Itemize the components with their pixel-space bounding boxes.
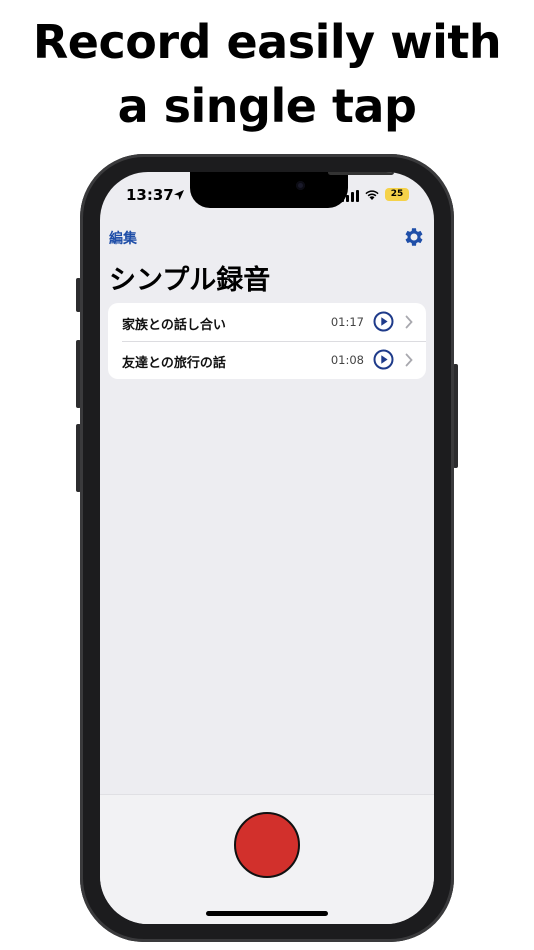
record-toolbar <box>100 794 434 924</box>
play-icon[interactable] <box>373 349 394 370</box>
recordings-list: 家族との話し合い 01:17 友達との旅行の話 01:08 <box>108 303 426 379</box>
phone-screen: 13:37 25 編集 シンプル録音 家族との話し合い 01:17 友達との旅行… <box>100 172 434 924</box>
recording-duration: 01:17 <box>330 315 364 329</box>
edit-button[interactable]: 編集 <box>109 228 137 248</box>
play-icon[interactable] <box>373 311 394 332</box>
headline-line-1: Record easily with <box>32 15 502 69</box>
battery-indicator: 25 <box>385 188 409 201</box>
recording-title: 友達との旅行の話 <box>122 356 226 371</box>
promo-headline: Record easily with a single tap <box>0 10 534 138</box>
cellular-signal-icon <box>341 190 359 202</box>
recording-row[interactable]: 家族との話し合い 01:17 <box>108 303 426 341</box>
page-title: シンプル録音 <box>109 265 271 296</box>
gear-icon[interactable] <box>402 225 426 249</box>
chevron-right-icon <box>405 315 413 329</box>
home-indicator[interactable] <box>206 911 328 916</box>
recording-title: 家族との話し合い <box>122 318 226 333</box>
status-time: 13:37 <box>126 186 174 204</box>
record-button[interactable] <box>234 812 300 878</box>
front-camera <box>296 181 305 190</box>
headline-line-2: a single tap <box>117 79 417 133</box>
earpiece-speaker <box>328 172 394 175</box>
wifi-icon <box>365 190 379 200</box>
chevron-right-icon <box>405 353 413 367</box>
recording-duration: 01:08 <box>330 353 364 367</box>
recording-row[interactable]: 友達との旅行の話 01:08 <box>108 341 426 379</box>
notch <box>190 172 394 208</box>
location-arrow-icon <box>174 190 184 200</box>
